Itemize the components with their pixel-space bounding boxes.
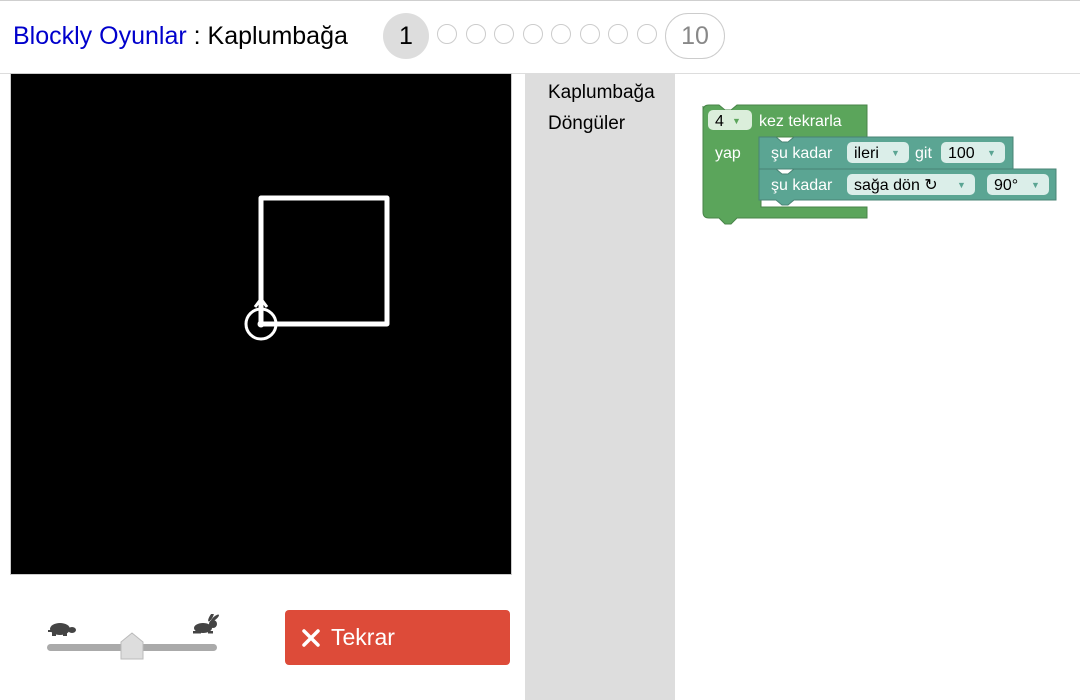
block-canvas: 4 ▼ kez tekrarla yap şu kadar ileri ▼ gi… (702, 104, 1057, 225)
turn-angle: 90° (994, 177, 1018, 194)
level-dot-4[interactable] (494, 24, 514, 44)
toolbox-category-turtle[interactable]: Kaplumbağa (548, 82, 655, 104)
repeat-do-label: yap (715, 145, 741, 162)
repeat-count: 4 (715, 113, 724, 130)
drawn-square (258, 195, 390, 327)
close-icon (302, 628, 320, 647)
top-border (0, 0, 1080, 1)
title-separator: : (186, 22, 208, 50)
turn-prefix: şu kadar (771, 177, 833, 194)
repeat-label: kez tekrarla (759, 113, 842, 130)
level-dot-9[interactable] (637, 24, 657, 44)
app-home-link[interactable]: Blockly Oyunlar (13, 22, 187, 50)
dropdown-arrow-icon: ▼ (891, 148, 900, 158)
turtle-drawing (244, 195, 390, 341)
rabbit-icon (193, 614, 219, 634)
page-title: Blockly Oyunlar : Kaplumbağa (13, 19, 348, 53)
reset-button[interactable]: Tekrar (285, 610, 510, 665)
speed-slider[interactable] (45, 612, 220, 662)
dropdown-arrow-icon: ▼ (1031, 180, 1040, 190)
move-direction: ileri (854, 145, 879, 162)
level-dot-7[interactable] (580, 24, 600, 44)
level-dot-2[interactable] (437, 24, 457, 44)
blockly-workspace[interactable]: 4 ▼ kez tekrarla yap şu kadar ileri ▼ gi… (675, 74, 1080, 700)
speed-slider-knob[interactable] (120, 632, 144, 660)
level-current[interactable]: 1 (383, 13, 429, 59)
turn-direction: sağa dön ↻ (854, 177, 938, 194)
dropdown-arrow-icon: ▼ (957, 180, 966, 190)
game-name: Kaplumbağa (207, 22, 348, 50)
turtle-canvas (10, 73, 512, 575)
level-dot-6[interactable] (551, 24, 571, 44)
dropdown-arrow-icon: ▼ (732, 116, 741, 126)
turn-right-block[interactable]: şu kadar sağa dön ↻ ▼ 90° ▼ (758, 168, 1057, 206)
move-verb: git (915, 145, 932, 162)
turtle-icon (48, 623, 76, 636)
level-dot-3[interactable] (466, 24, 486, 44)
move-forward-block[interactable]: şu kadar ileri ▼ git 100 ▼ (758, 136, 1014, 170)
level-dot-8[interactable] (608, 24, 628, 44)
reset-button-label: Tekrar (331, 624, 395, 650)
move-prefix: şu kadar (771, 145, 833, 162)
level-last[interactable]: 10 (665, 13, 725, 59)
toolbox-category-loops[interactable]: Döngüler (548, 113, 625, 135)
move-amount: 100 (948, 145, 975, 162)
level-dot-5[interactable] (523, 24, 543, 44)
turtle-game-page: Blockly Oyunlar : Kaplumbağa 1 10 Tekrar… (0, 0, 1080, 700)
blockly-toolbox: Kaplumbağa Döngüler (525, 74, 675, 700)
dropdown-arrow-icon: ▼ (987, 148, 996, 158)
